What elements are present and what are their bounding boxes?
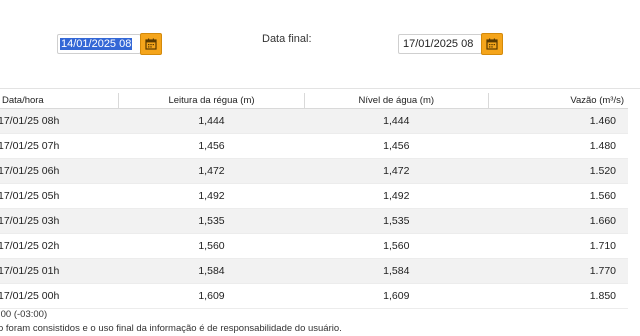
cell-water-level: 1,609 — [304, 283, 489, 309]
cell-water-level: 1,560 — [304, 233, 489, 259]
table-row: 17/01/25 01h 1,584 1,584 1.770 — [0, 258, 628, 284]
header-ruler-reading[interactable]: Leitura da régua (m) — [118, 93, 305, 109]
cell-ruler-reading: 1,492 — [118, 183, 305, 209]
cell-flow: 1.660 — [488, 208, 628, 234]
cell-flow: 1.460 — [488, 108, 628, 134]
cell-datetime: 17/01/25 08h — [0, 108, 119, 134]
table-row: 17/01/25 08h 1,444 1,444 1.460 — [0, 108, 628, 134]
table-row: 17/01/25 05h 1,492 1,492 1.560 — [0, 183, 628, 209]
table-row: 17/01/25 06h 1,472 1,472 1.520 — [0, 158, 628, 184]
header-datetime[interactable]: Data/hora — [0, 93, 120, 109]
cell-datetime: 17/01/25 01h — [0, 258, 119, 284]
cell-water-level: 1,444 — [304, 108, 489, 134]
cell-ruler-reading: 1,609 — [118, 283, 305, 309]
cell-flow: 1.770 — [488, 258, 628, 284]
end-date-input[interactable]: 17/01/2025 08 — [398, 34, 482, 54]
cell-flow: 1.710 — [488, 233, 628, 259]
cell-datetime: 17/01/25 03h — [0, 208, 119, 234]
start-date-calendar-button[interactable] — [140, 33, 162, 55]
disclaimer-note: o foram consistidos e o uso final da inf… — [0, 323, 342, 334]
timezone-note: :00 (-03:00) — [0, 309, 48, 320]
cell-ruler-reading: 1,535 — [118, 208, 305, 234]
start-date-value: 14/01/2025 08 — [60, 38, 133, 50]
cell-flow: 1.480 — [488, 133, 628, 159]
divider — [0, 88, 640, 89]
cell-datetime: 17/01/25 07h — [0, 133, 119, 159]
cell-datetime: 17/01/25 06h — [0, 158, 119, 184]
cell-ruler-reading: 1,472 — [118, 158, 305, 184]
cell-water-level: 1,535 — [304, 208, 489, 234]
cell-ruler-reading: 1,584 — [118, 258, 305, 284]
table-row: 17/01/25 03h 1,535 1,535 1.660 — [0, 208, 628, 234]
calendar-icon — [486, 38, 498, 50]
cell-water-level: 1,584 — [304, 258, 489, 284]
cell-datetime: 17/01/25 02h — [0, 233, 119, 259]
cell-water-level: 1,492 — [304, 183, 489, 209]
cell-flow: 1.850 — [488, 283, 628, 309]
end-date-calendar-button[interactable] — [481, 33, 503, 55]
cell-ruler-reading: 1,444 — [118, 108, 305, 134]
table-row: 17/01/25 00h 1,609 1,609 1.850 — [0, 283, 628, 309]
cell-datetime: 17/01/25 05h — [0, 183, 119, 209]
cell-datetime: 17/01/25 00h — [0, 283, 119, 309]
end-date-label: Data final: — [262, 33, 312, 45]
table-row: 17/01/25 07h 1,456 1,456 1.480 — [0, 133, 628, 159]
cell-water-level: 1,456 — [304, 133, 489, 159]
header-flow[interactable]: Vazão (m³/s) — [488, 93, 628, 109]
header-water-level[interactable]: Nível de água (m) — [304, 93, 489, 109]
cell-ruler-reading: 1,560 — [118, 233, 305, 259]
table-row: 17/01/25 02h 1,560 1,560 1.710 — [0, 233, 628, 259]
cell-flow: 1.520 — [488, 158, 628, 184]
start-date-input[interactable]: 14/01/2025 08 — [57, 34, 141, 54]
cell-water-level: 1,472 — [304, 158, 489, 184]
end-date-value: 17/01/2025 08 — [403, 38, 474, 50]
table-header-row: Data/hora Leitura da régua (m) Nível de … — [0, 93, 628, 109]
cell-ruler-reading: 1,456 — [118, 133, 305, 159]
cell-flow: 1.560 — [488, 183, 628, 209]
readings-table: Data/hora Leitura da régua (m) Nível de … — [0, 93, 628, 309]
calendar-icon — [145, 38, 157, 50]
